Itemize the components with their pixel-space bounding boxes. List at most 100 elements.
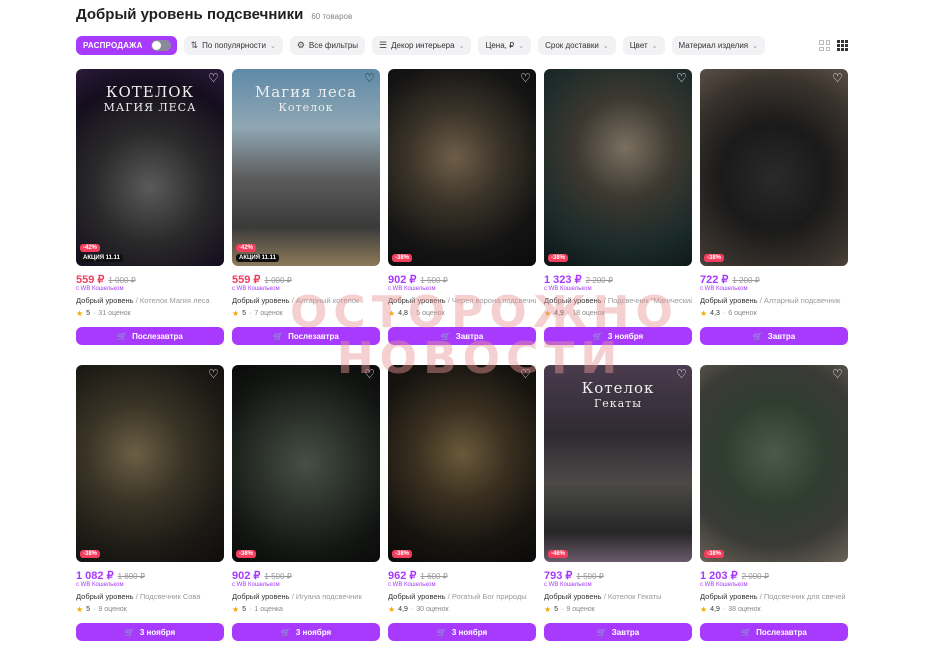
category-dropdown[interactable]: ☰ Декор интерьера ⌄ — [372, 36, 472, 55]
current-price: 962 ₽ — [388, 570, 417, 582]
add-to-cart-button[interactable]: 🛒 Завтра — [388, 327, 536, 345]
color-filter[interactable]: Цвет ⌄ — [622, 36, 665, 55]
product-card[interactable]: ♡ -38% 1 203 ₽ 2 000 ₽ с WB Кошельком До… — [700, 365, 848, 641]
large-grid-icon[interactable] — [819, 40, 830, 51]
old-price: 2 000 ₽ — [741, 572, 769, 581]
brand-name: Добрый уровень — [388, 296, 446, 305]
product-image[interactable]: ♡ -38% — [388, 365, 536, 562]
price-row: 722 ₽ 1 200 ₽ — [700, 273, 848, 286]
favorite-heart-icon[interactable]: ♡ — [675, 368, 688, 381]
product-card[interactable]: ♡ -38% 722 ₽ 1 200 ₽ с WB Кошельком Добр… — [700, 69, 848, 345]
price-row: 1 203 ₽ 2 000 ₽ — [700, 569, 848, 582]
add-to-cart-button[interactable]: 🛒 3 ноября — [544, 327, 692, 345]
product-image[interactable]: Котелок Гекаты ♡ -46% — [544, 365, 692, 562]
product-name[interactable]: Добрый уровень / Рогатый Бог природы — [388, 591, 536, 603]
material-filter[interactable]: Материал изделия ⌄ — [671, 36, 766, 55]
favorite-heart-icon[interactable]: ♡ — [831, 368, 844, 381]
delivery-filter[interactable]: Срок доставки ⌄ — [538, 36, 616, 55]
reviews-separator: · — [93, 605, 96, 613]
favorite-heart-icon[interactable]: ♡ — [363, 368, 376, 381]
product-name[interactable]: Добрый уровень / Котелок Магия леса — [76, 295, 224, 307]
sale-toggle[interactable]: РАСПРОДАЖА — [76, 36, 177, 55]
product-image[interactable]: КОТЕЛОК МАГИЯ ЛЕСА ♡ -42% АКЦИЯ 11.11 — [76, 69, 224, 266]
old-price: 1 200 ₽ — [732, 276, 760, 285]
product-card[interactable]: КОТЕЛОК МАГИЯ ЛЕСА ♡ -42% АКЦИЯ 11.11 559… — [76, 69, 224, 345]
rating-value: 5 — [242, 309, 247, 317]
cart-icon: 🛒 — [592, 331, 603, 341]
old-price: 1 600 ₽ — [420, 572, 448, 581]
favorite-heart-icon[interactable]: ♡ — [207, 368, 220, 381]
add-to-cart-button[interactable]: 🛒 Послезавтра — [700, 623, 848, 641]
add-to-cart-button[interactable]: 🛒 Послезавтра — [76, 327, 224, 345]
product-name[interactable]: Добрый уровень / Алтарный подсвечник — [700, 295, 848, 307]
list-icon: ☰ — [379, 40, 388, 50]
favorite-heart-icon[interactable]: ♡ — [207, 72, 220, 85]
add-to-cart-button[interactable]: 🛒 3 ноября — [388, 623, 536, 641]
product-card[interactable]: Магия леса Котелок ♡ -42% АКЦИЯ 11.11 559… — [232, 69, 380, 345]
favorite-heart-icon[interactable]: ♡ — [519, 72, 532, 85]
add-to-cart-button[interactable]: 🛒 Завтра — [544, 623, 692, 641]
add-to-cart-button[interactable]: 🛒 Послезавтра — [232, 327, 380, 345]
product-card[interactable]: ♡ -38% 1 323 ₽ 2 200 ₽ с WB Кошельком До… — [544, 69, 692, 345]
reviews-count: 7 оценок — [254, 309, 283, 317]
rating-row: ★ 4,3 · 6 оценок — [700, 307, 848, 319]
product-card[interactable]: ♡ -38% 902 ₽ 1 500 ₽ с WB Кошельком Добр… — [232, 365, 380, 641]
star-icon: ★ — [388, 308, 396, 318]
rating-value: 4,9 — [554, 309, 564, 317]
product-name[interactable]: Добрый уровень / Череп ворона подсвечник — [388, 295, 536, 307]
star-icon: ★ — [76, 308, 84, 318]
price-filter[interactable]: Цена, ₽ ⌄ — [478, 36, 532, 55]
chevron-down-icon: ⌄ — [269, 42, 276, 50]
reviews-count: 6 оценок — [728, 309, 757, 317]
delivery-label: 3 ноября — [451, 627, 488, 637]
product-name[interactable]: Добрый уровень / Подсвечник для свечей — [700, 591, 848, 603]
reviews-separator: · — [566, 309, 570, 317]
toggle-switch[interactable] — [150, 40, 171, 51]
add-to-cart-button[interactable]: 🛒 3 ноября — [232, 623, 380, 641]
rating-value: 4,3 — [710, 309, 720, 317]
favorite-heart-icon[interactable]: ♡ — [675, 72, 688, 85]
product-image[interactable]: Магия леса Котелок ♡ -42% АКЦИЯ 11.11 — [232, 69, 380, 266]
product-name[interactable]: Добрый уровень / Алтарный котелок — [232, 295, 380, 307]
add-to-cart-button[interactable]: 🛒 Завтра — [700, 327, 848, 345]
product-image[interactable]: ♡ -38% — [388, 69, 536, 266]
all-filters-label: Все фильтры — [308, 41, 359, 50]
all-filters-button[interactable]: ⚙ Все фильтры — [289, 36, 366, 55]
favorite-heart-icon[interactable]: ♡ — [831, 72, 844, 85]
cart-icon: 🛒 — [280, 627, 291, 637]
chevron-down-icon: ⌄ — [602, 42, 609, 50]
star-icon: ★ — [388, 604, 396, 614]
product-title: Алтарный подсвечник — [763, 296, 841, 305]
add-to-cart-button[interactable]: 🛒 3 ноября — [76, 623, 224, 641]
discount-badge: -38% — [236, 550, 257, 558]
delivery-label: Завтра — [611, 627, 640, 637]
product-card[interactable]: ♡ -38% 1 082 ₽ 1 800 ₽ с WB Кошельком До… — [76, 365, 224, 641]
small-grid-icon[interactable] — [837, 40, 848, 51]
product-image[interactable]: ♡ -38% — [232, 365, 380, 562]
chevron-down-icon: ⌄ — [518, 42, 525, 50]
product-card[interactable]: Котелок Гекаты ♡ -46% 793 ₽ 1 500 ₽ с WB … — [544, 365, 692, 641]
rating-value: 4,9 — [398, 605, 408, 613]
product-card[interactable]: ♡ -38% 902 ₽ 1 500 ₽ с WB Кошельком Добр… — [388, 69, 536, 345]
product-image[interactable]: ♡ -38% — [700, 69, 848, 266]
product-image[interactable]: ♡ -38% — [76, 365, 224, 562]
sort-dropdown[interactable]: ⇅ По популярности ⌄ — [183, 36, 283, 55]
product-image[interactable]: ♡ -38% — [700, 365, 848, 562]
photo-caption: МАГИЯ ЛЕСА — [103, 101, 197, 114]
favorite-heart-icon[interactable]: ♡ — [519, 368, 532, 381]
product-name[interactable]: Добрый уровень / Подсвечник "Магический" — [544, 295, 692, 307]
price-row: 559 ₽ 1 000 ₽ — [76, 273, 224, 286]
rating-row: ★ 5 · 9 оценок — [76, 603, 224, 615]
old-price: 1 500 ₽ — [420, 276, 448, 285]
reviews-separator: · — [93, 309, 96, 317]
favorite-heart-icon[interactable]: ♡ — [363, 72, 376, 85]
delivery-label: Послезавтра — [288, 331, 339, 341]
filter-icon: ⚙ — [296, 40, 305, 50]
product-name[interactable]: Добрый уровень / Котелок Гекаты — [544, 591, 692, 603]
discount-badge: -38% — [704, 550, 725, 558]
product-name[interactable]: Добрый уровень / Игуана подсвечник — [232, 591, 380, 603]
product-image[interactable]: ♡ -38% — [544, 69, 692, 266]
product-name[interactable]: Добрый уровень / Подсвечник Сова — [76, 591, 224, 603]
product-card[interactable]: ♡ -38% 962 ₽ 1 600 ₽ с WB Кошельком Добр… — [388, 365, 536, 641]
discount-badge: -38% — [392, 550, 413, 558]
